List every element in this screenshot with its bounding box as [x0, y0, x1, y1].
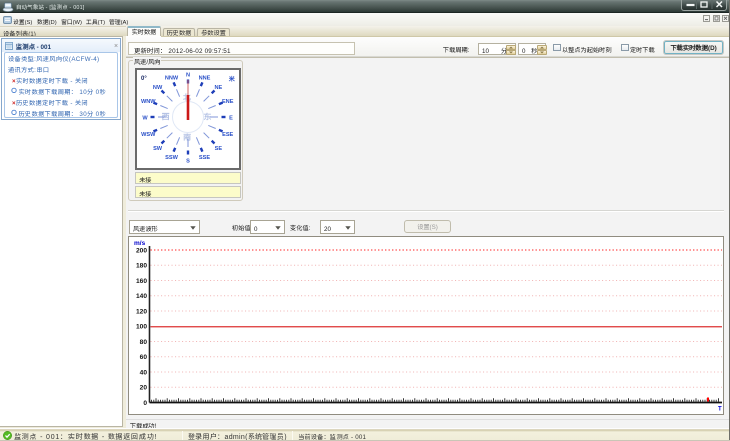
svg-text:T: T	[718, 404, 722, 413]
svg-text:140: 140	[136, 290, 147, 300]
svg-text:SW: SW	[153, 144, 163, 152]
svg-text:0°: 0°	[141, 73, 147, 82]
svg-text:160: 160	[136, 275, 147, 285]
svg-text:ENE: ENE	[222, 97, 234, 105]
svg-text:NE: NE	[215, 83, 223, 91]
svg-text:0: 0	[143, 397, 147, 407]
svg-text:40: 40	[140, 366, 148, 376]
svg-text:200: 200	[136, 244, 147, 254]
svg-text:120: 120	[136, 305, 147, 315]
svg-text:NNW: NNW	[165, 74, 179, 82]
svg-text:100: 100	[136, 321, 147, 331]
svg-text:W: W	[142, 113, 148, 121]
svg-text:米: 米	[228, 74, 235, 83]
svg-text:60: 60	[140, 351, 148, 361]
svg-text:SSE: SSE	[199, 153, 210, 161]
svg-text:SSW: SSW	[165, 153, 178, 161]
svg-text:NNE: NNE	[199, 74, 211, 82]
svg-text:WNW: WNW	[141, 97, 156, 105]
svg-text:SE: SE	[215, 144, 223, 152]
svg-text:S: S	[186, 156, 190, 164]
svg-text:ESE: ESE	[222, 130, 233, 138]
svg-text:WSW: WSW	[141, 130, 156, 138]
svg-text:80: 80	[140, 336, 148, 346]
svg-text:E: E	[229, 113, 233, 121]
svg-text:180: 180	[136, 260, 147, 270]
svg-text:20: 20	[140, 382, 148, 392]
svg-text:NW: NW	[153, 83, 163, 91]
svg-text:N: N	[186, 70, 190, 78]
